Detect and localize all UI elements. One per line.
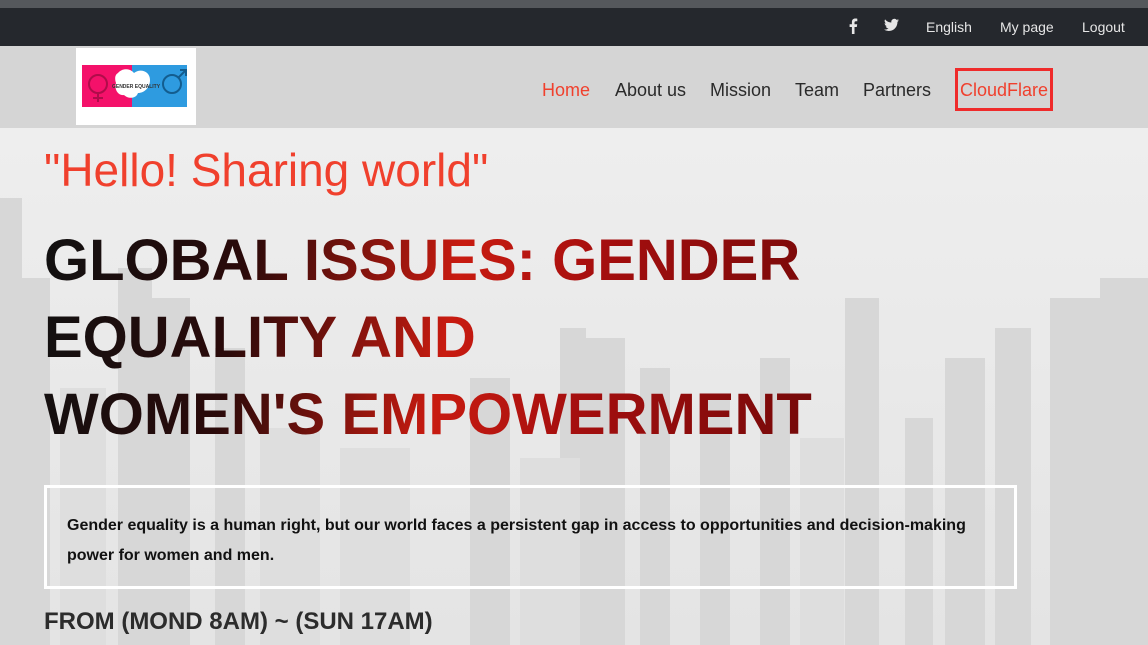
description-text: Gender equality is a human right, but ou… — [67, 517, 966, 564]
site-header: GENDER EQUALITY Home About us Mission Te… — [0, 46, 1148, 128]
hero-title-line: EQUALITY AND — [44, 305, 476, 370]
top-bar: English My page Logout — [0, 8, 1148, 46]
language-link[interactable]: English — [926, 8, 972, 46]
nav-partners[interactable]: Partners — [863, 79, 931, 101]
nav-mission[interactable]: Mission — [710, 79, 771, 101]
my-page-link[interactable]: My page — [1000, 8, 1054, 46]
nav-about-us[interactable]: About us — [615, 79, 686, 101]
logout-link[interactable]: Logout — [1082, 8, 1125, 46]
nav-team[interactable]: Team — [795, 79, 839, 101]
logo-text: GENDER EQUALITY — [112, 84, 161, 90]
hero-title-line: WOMEN'S EMPOWERMENT — [44, 382, 812, 447]
nav-home[interactable]: Home — [542, 79, 590, 101]
twitter-icon[interactable] — [884, 8, 899, 46]
hero-title-line: GLOBAL ISSUES: GENDER — [44, 228, 801, 293]
hero-greeting: "Hello! Sharing world" — [44, 144, 489, 196]
nav-cloudflare[interactable]: CloudFlare — [955, 68, 1053, 111]
hero-section: "Hello! Sharing world" GLOBAL ISSUES: GE… — [0, 128, 1148, 645]
description-box: Gender equality is a human right, but ou… — [44, 485, 1017, 589]
hero-title: GLOBAL ISSUES: GENDER EQUALITY AND WOMEN… — [44, 222, 944, 453]
schedule-text: FROM (MOND 8AM) ~ (SUN 17AM) — [44, 608, 433, 635]
facebook-icon[interactable] — [848, 8, 858, 46]
site-logo[interactable]: GENDER EQUALITY — [76, 48, 196, 125]
browser-top-strip — [0, 0, 1148, 8]
